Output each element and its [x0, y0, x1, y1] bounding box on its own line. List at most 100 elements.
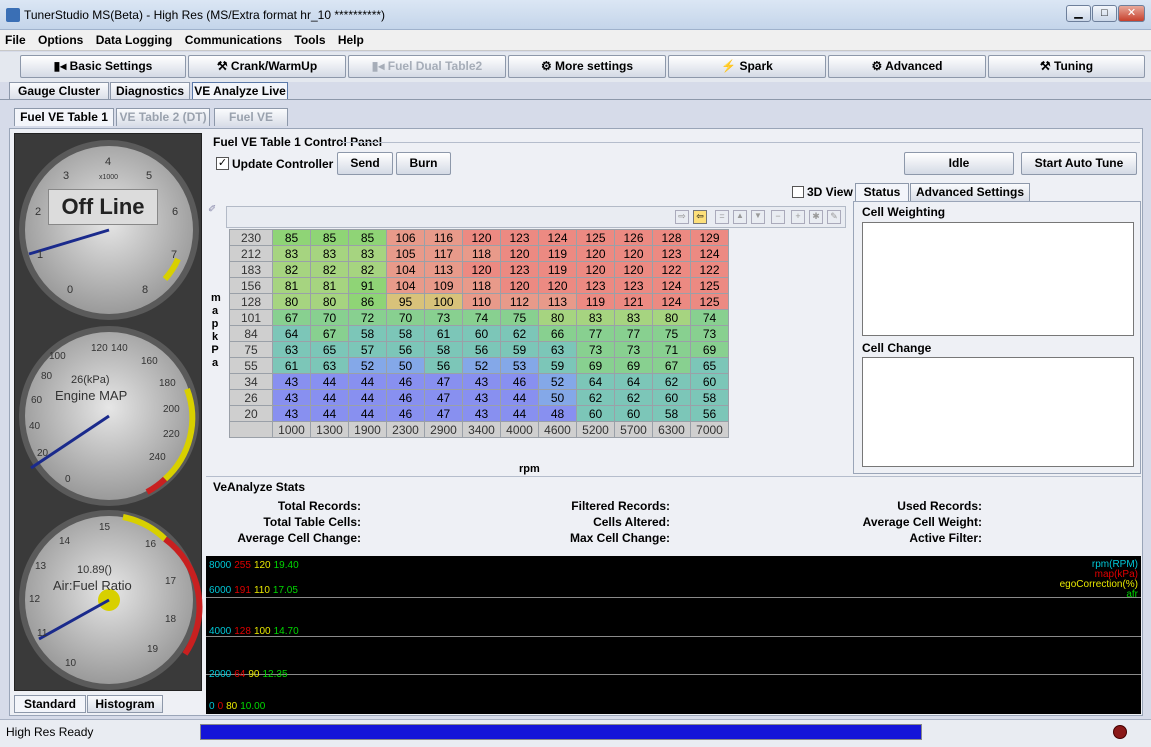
- ve-cell[interactable]: 120: [462, 229, 501, 246]
- ve-cell[interactable]: 86: [348, 293, 387, 310]
- basic-settings-button[interactable]: ▮◂ Basic Settings: [20, 55, 186, 78]
- ve-cell[interactable]: 123: [576, 277, 615, 294]
- close-button[interactable]: ✕: [1118, 5, 1145, 22]
- ve-cell[interactable]: 110: [462, 293, 501, 310]
- equals-icon[interactable]: =: [715, 210, 729, 224]
- ve-cell[interactable]: 59: [538, 357, 577, 374]
- ve-cell[interactable]: 52: [538, 373, 577, 390]
- ve-cell[interactable]: 82: [272, 261, 311, 278]
- send-button[interactable]: Send: [337, 152, 393, 175]
- ve-cell[interactable]: 73: [614, 341, 653, 358]
- ve-cell[interactable]: 60: [462, 325, 501, 342]
- ve-cell[interactable]: 44: [348, 373, 387, 390]
- tab-fuel-ve-table-3[interactable]: Fuel VE Table 3: [214, 108, 288, 140]
- ve-cell[interactable]: 120: [462, 261, 501, 278]
- ve-cell[interactable]: 81: [310, 277, 349, 294]
- ve-cell[interactable]: 120: [614, 245, 653, 262]
- ve-cell[interactable]: 120: [614, 261, 653, 278]
- ve-cell[interactable]: 58: [652, 405, 691, 422]
- update-controller-checkbox[interactable]: ✓: [216, 157, 229, 170]
- fuel-dual-table2-button[interactable]: ▮◂ Fuel Dual Table2: [348, 55, 506, 78]
- ve-cell[interactable]: 85: [310, 229, 349, 246]
- ve-cell[interactable]: 43: [462, 373, 501, 390]
- tab-standard[interactable]: Standard: [14, 695, 86, 713]
- ve-cell[interactable]: 46: [386, 389, 425, 406]
- ve-cell[interactable]: 83: [272, 245, 311, 262]
- ve-cell[interactable]: 43: [462, 405, 501, 422]
- ve-cell[interactable]: 119: [538, 245, 577, 262]
- ve-cell[interactable]: 44: [310, 389, 349, 406]
- ve-cell[interactable]: 83: [614, 309, 653, 326]
- ve-cell[interactable]: 83: [576, 309, 615, 326]
- menu-help[interactable]: Help: [333, 30, 368, 47]
- ve-cell[interactable]: 58: [386, 325, 425, 342]
- ve-cell[interactable]: 59: [500, 341, 539, 358]
- tab-status[interactable]: Status: [855, 183, 909, 201]
- ve-cell[interactable]: 69: [690, 341, 729, 358]
- burn-button[interactable]: Burn: [396, 152, 451, 175]
- ve-cell[interactable]: 66: [538, 325, 577, 342]
- ve-cell[interactable]: 113: [424, 261, 463, 278]
- ve-cell[interactable]: 109: [424, 277, 463, 294]
- ve-cell[interactable]: 126: [614, 229, 653, 246]
- ve-cell[interactable]: 83: [348, 245, 387, 262]
- ve-cell[interactable]: 48: [538, 405, 577, 422]
- ve-cell[interactable]: 119: [576, 293, 615, 310]
- ve-cell[interactable]: 73: [576, 341, 615, 358]
- ve-cell[interactable]: 75: [652, 325, 691, 342]
- ve-cell[interactable]: 125: [690, 293, 729, 310]
- 3d-view-checkbox[interactable]: [792, 186, 804, 198]
- ve-cell[interactable]: 63: [538, 341, 577, 358]
- ve-cell[interactable]: 91: [348, 277, 387, 294]
- ve-cell[interactable]: 72: [348, 309, 387, 326]
- ve-cell[interactable]: 123: [614, 277, 653, 294]
- ve-cell[interactable]: 85: [348, 229, 387, 246]
- ve-cell[interactable]: 129: [690, 229, 729, 246]
- ve-cell[interactable]: 120: [500, 277, 539, 294]
- ve-cell[interactable]: 65: [690, 357, 729, 374]
- ve-cell[interactable]: 44: [348, 389, 387, 406]
- ve-cell[interactable]: 43: [272, 405, 311, 422]
- ve-cell[interactable]: 69: [576, 357, 615, 374]
- arrow-left-icon[interactable]: ⇦: [693, 210, 707, 224]
- ve-cell[interactable]: 56: [424, 357, 463, 374]
- minus-icon[interactable]: −: [771, 210, 785, 224]
- ve-cell[interactable]: 119: [538, 261, 577, 278]
- edit-icon[interactable]: ✐: [208, 204, 216, 215]
- ve-cell[interactable]: 46: [386, 373, 425, 390]
- ve-cell[interactable]: 58: [348, 325, 387, 342]
- ve-cell[interactable]: 67: [310, 325, 349, 342]
- ve-cell[interactable]: 74: [462, 309, 501, 326]
- ve-cell[interactable]: 120: [500, 245, 539, 262]
- ve-cell[interactable]: 74: [690, 309, 729, 326]
- ve-cell[interactable]: 58: [690, 389, 729, 406]
- ve-cell[interactable]: 62: [500, 325, 539, 342]
- ve-cell[interactable]: 62: [576, 389, 615, 406]
- ve-cell[interactable]: 44: [500, 389, 539, 406]
- ve-cell[interactable]: 122: [652, 261, 691, 278]
- ve-cell[interactable]: 46: [386, 405, 425, 422]
- down-icon[interactable]: ▼: [751, 210, 765, 224]
- ve-cell[interactable]: 67: [272, 309, 311, 326]
- start-auto-tune-button[interactable]: Start Auto Tune: [1021, 152, 1137, 175]
- ve-cell[interactable]: 64: [614, 373, 653, 390]
- ve-cell[interactable]: 80: [538, 309, 577, 326]
- ve-cell[interactable]: 60: [652, 389, 691, 406]
- ve-cell[interactable]: 118: [462, 245, 501, 262]
- pencil-icon[interactable]: ✎: [827, 210, 841, 224]
- ve-cell[interactable]: 121: [614, 293, 653, 310]
- ve-cell[interactable]: 44: [310, 373, 349, 390]
- ve-cell[interactable]: 64: [272, 325, 311, 342]
- menu-communications[interactable]: Communications: [180, 30, 286, 47]
- ve-cell[interactable]: 70: [386, 309, 425, 326]
- ve-cell[interactable]: 122: [690, 261, 729, 278]
- ve-cell[interactable]: 124: [538, 229, 577, 246]
- ve-cell[interactable]: 47: [424, 389, 463, 406]
- tab-advanced-settings[interactable]: Advanced Settings: [910, 183, 1030, 201]
- ve-cell[interactable]: 63: [310, 357, 349, 374]
- menu-tools[interactable]: Tools: [289, 30, 329, 47]
- ve-cell[interactable]: 47: [424, 405, 463, 422]
- ve-cell[interactable]: 104: [386, 261, 425, 278]
- ve-cell[interactable]: 100: [424, 293, 463, 310]
- ve-cell[interactable]: 106: [386, 229, 425, 246]
